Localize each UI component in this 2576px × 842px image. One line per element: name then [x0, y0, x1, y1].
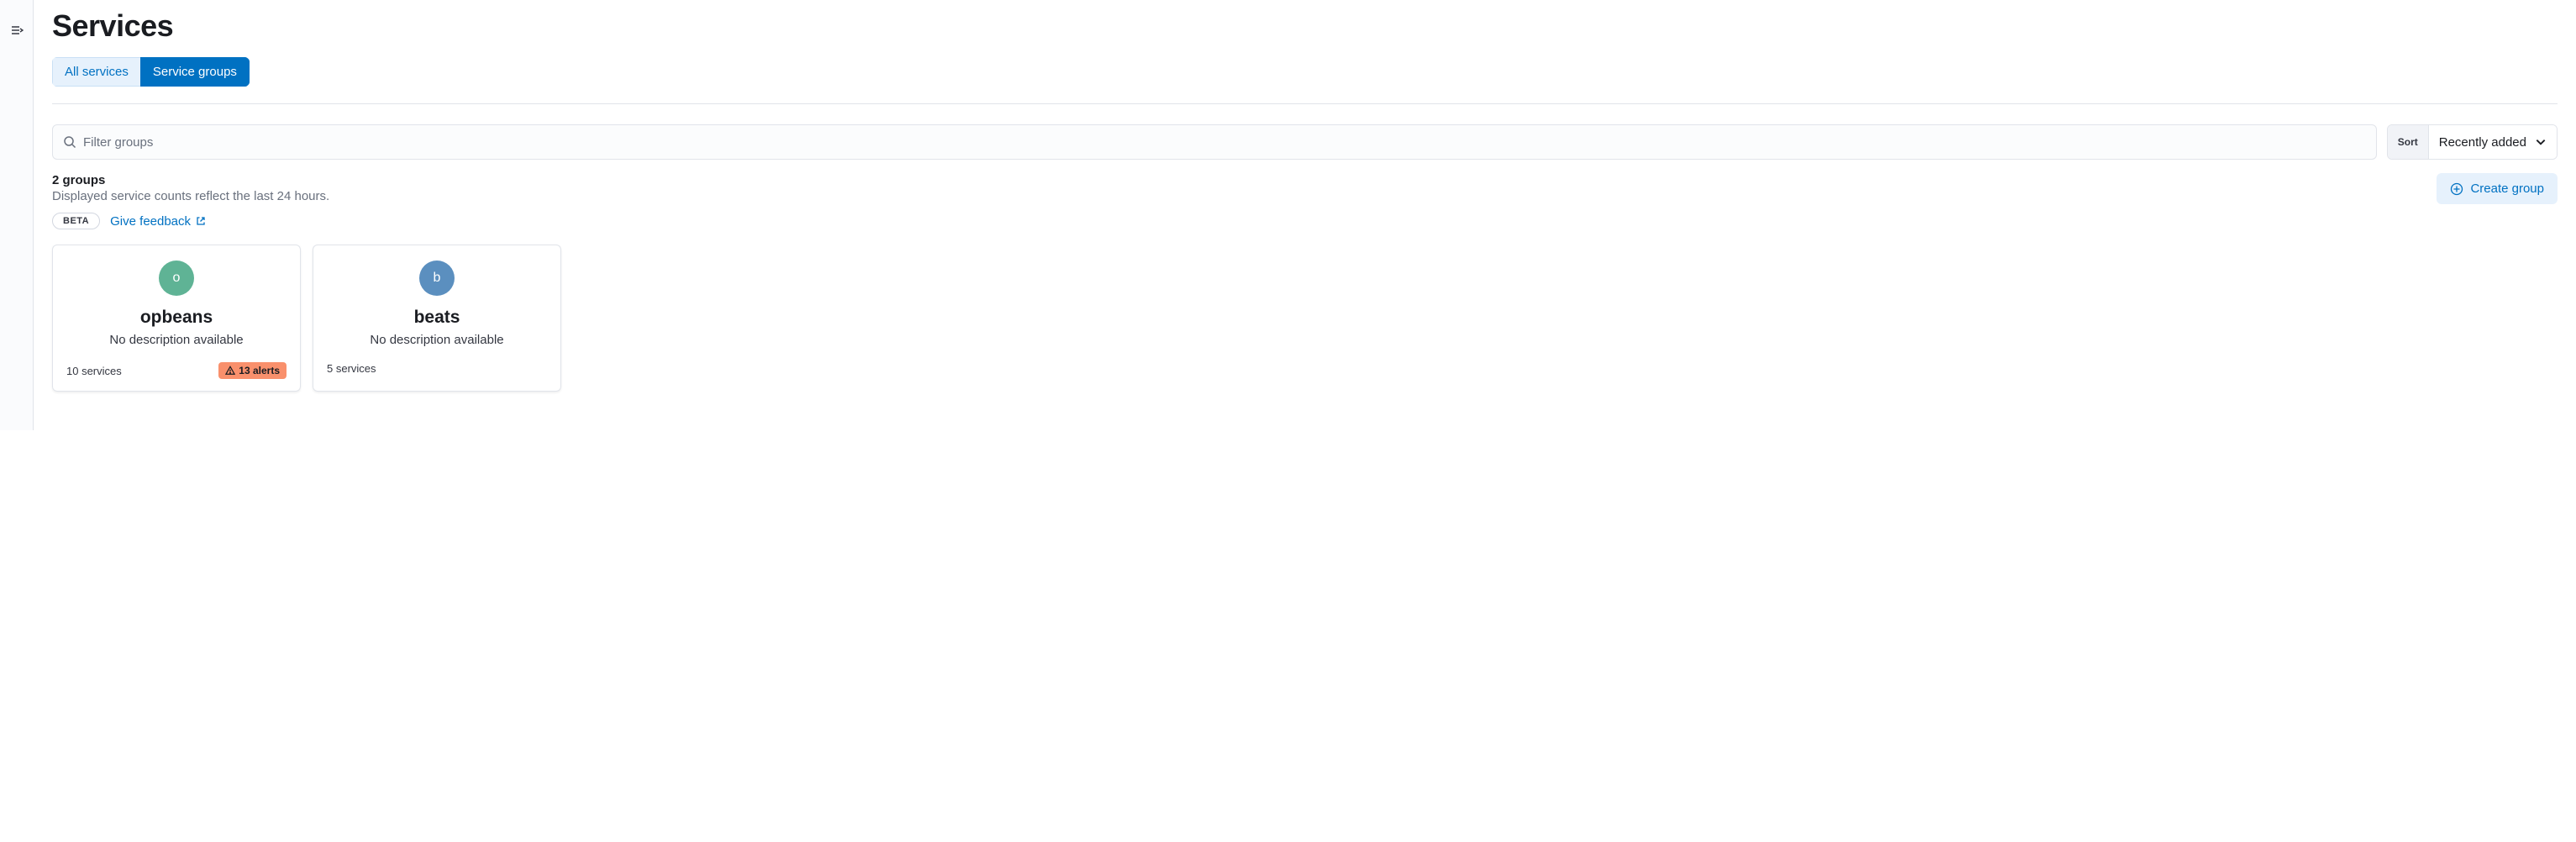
- group-description: No description available: [109, 333, 243, 347]
- view-tabs: All services Service groups: [52, 57, 250, 87]
- info-row: 2 groups Displayed service counts reflec…: [52, 173, 2558, 204]
- count-hint: Displayed service counts reflect the las…: [52, 189, 329, 203]
- feedback-row: BETA Give feedback: [52, 213, 2558, 229]
- group-description: No description available: [370, 333, 503, 347]
- tab-service-groups[interactable]: Service groups: [140, 57, 250, 87]
- search-icon: [63, 135, 76, 149]
- sort-control: Sort Recently added: [2387, 124, 2558, 160]
- tab-all-services[interactable]: All services: [52, 57, 140, 87]
- avatar: o: [159, 260, 194, 296]
- create-group-button[interactable]: Create group: [2437, 173, 2558, 204]
- beta-badge: BETA: [52, 213, 100, 229]
- group-name: beats: [414, 308, 460, 328]
- divider: [52, 103, 2558, 104]
- service-count: 5 services: [327, 362, 376, 375]
- expand-sidebar-icon[interactable]: [10, 24, 24, 37]
- sort-value-text: Recently added: [2439, 135, 2526, 150]
- info-text: 2 groups Displayed service counts reflec…: [52, 173, 329, 203]
- plus-circle-icon: [2450, 182, 2463, 196]
- group-name: opbeans: [140, 308, 213, 328]
- chevron-down-icon: [2535, 136, 2547, 148]
- sort-label: Sort: [2388, 125, 2429, 159]
- card-footer: 5 services: [327, 362, 547, 375]
- service-count: 10 services: [66, 365, 122, 377]
- avatar: b: [419, 260, 455, 296]
- alert-badge: 13 alerts: [218, 362, 287, 379]
- main-content: Services All services Service groups Sor…: [34, 0, 2576, 430]
- group-card-beats[interactable]: b beats No description available 5 servi…: [313, 245, 561, 392]
- card-footer: 10 services 13 alerts: [66, 362, 287, 379]
- create-group-label: Create group: [2470, 182, 2544, 196]
- give-feedback-link[interactable]: Give feedback: [110, 214, 206, 229]
- warning-icon: [225, 366, 235, 376]
- external-link-icon: [196, 216, 206, 226]
- group-count: 2 groups: [52, 173, 329, 187]
- page-title: Services: [52, 8, 2558, 44]
- filter-input-wrap[interactable]: [52, 124, 2377, 160]
- filter-row: Sort Recently added: [52, 124, 2558, 160]
- group-cards: o opbeans No description available 10 se…: [52, 245, 2558, 392]
- feedback-link-text: Give feedback: [110, 214, 191, 229]
- filter-input[interactable]: [83, 135, 2366, 150]
- sidebar-collapsed: [0, 0, 34, 430]
- alert-text: 13 alerts: [239, 365, 280, 376]
- group-card-opbeans[interactable]: o opbeans No description available 10 se…: [52, 245, 301, 392]
- sort-dropdown[interactable]: Recently added: [2429, 125, 2557, 159]
